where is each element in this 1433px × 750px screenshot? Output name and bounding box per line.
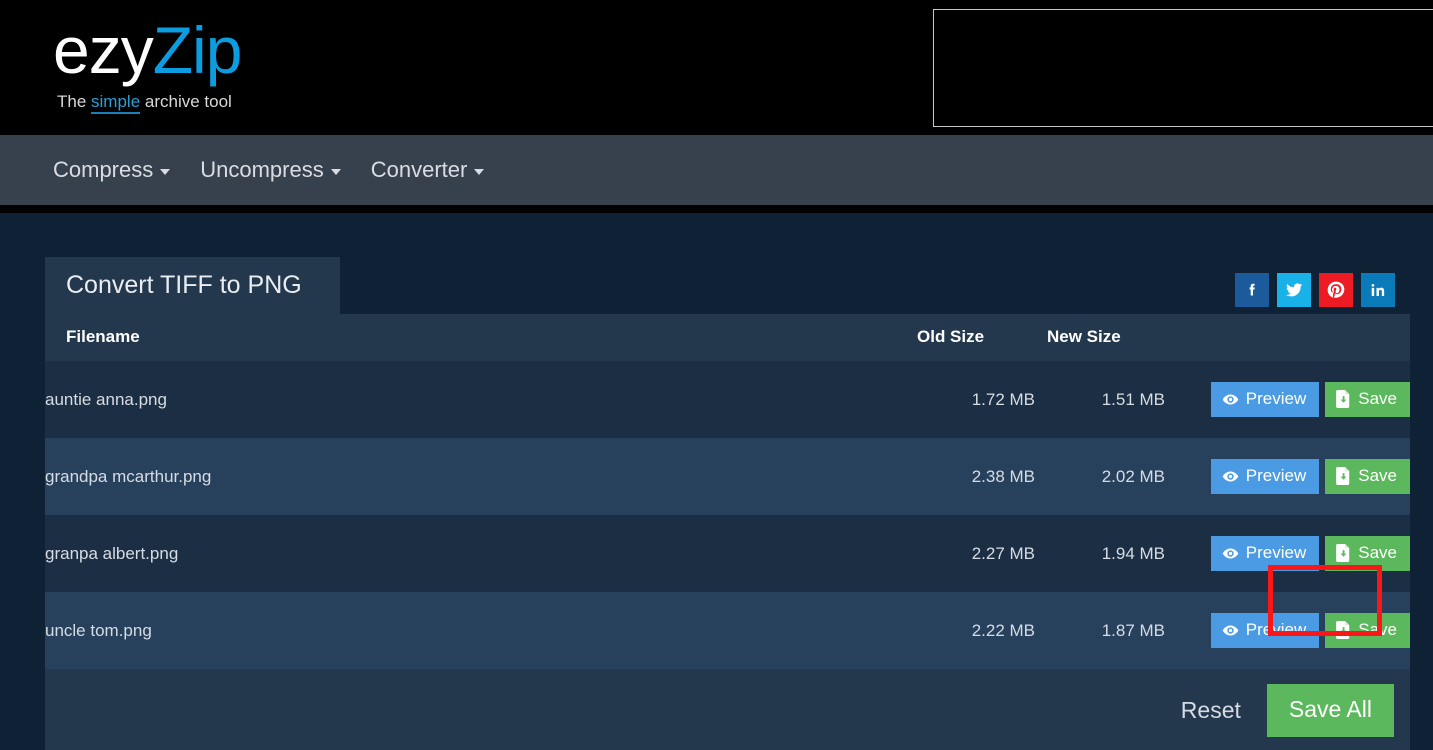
page-title: Convert TIFF to PNG xyxy=(45,257,340,314)
table-row: auntie anna.png 1.72 MB 1.51 MB Preview … xyxy=(45,361,1410,438)
chevron-down-icon xyxy=(330,169,341,175)
cell-filename: grandpa mcarthur.png xyxy=(45,438,905,515)
nav-item-uncompress-label: Uncompress xyxy=(200,157,324,182)
site-logo[interactable]: ezyZip The simple archive tool xyxy=(53,14,313,114)
column-header-new-size: New Size xyxy=(1035,314,1165,361)
cell-new-size: 1.51 MB xyxy=(1035,361,1165,438)
preview-button[interactable]: Preview xyxy=(1210,459,1320,494)
file-download-icon xyxy=(1336,467,1350,485)
save-button-label: Save xyxy=(1358,543,1397,562)
row-action-group: Preview Save xyxy=(1165,613,1410,648)
reset-button[interactable]: Reset xyxy=(1171,689,1251,732)
row-action-group: Preview Save xyxy=(1165,459,1410,494)
cell-old-size: 1.72 MB xyxy=(905,361,1035,438)
cell-filename: granpa albert.png xyxy=(45,515,905,592)
table-row: uncle tom.png 2.22 MB 1.87 MB Preview Sa… xyxy=(45,592,1410,669)
nav-divider xyxy=(0,205,1433,213)
eye-icon xyxy=(1222,548,1239,558)
cell-filename: uncle tom.png xyxy=(45,592,905,669)
cell-filename: auntie anna.png xyxy=(45,361,905,438)
save-button[interactable]: Save xyxy=(1325,613,1410,648)
cell-new-size: 1.94 MB xyxy=(1035,515,1165,592)
row-action-group: Preview Save xyxy=(1165,382,1410,417)
eye-icon xyxy=(1222,394,1239,404)
file-download-icon xyxy=(1336,390,1350,408)
card-footer-actions: Reset Save All xyxy=(1171,684,1394,737)
cell-actions: Preview Save xyxy=(1165,361,1410,438)
tagline-before: The xyxy=(57,92,92,111)
table-header: Filename Old Size New Size xyxy=(45,314,1410,361)
twitter-icon[interactable] xyxy=(1277,273,1311,307)
nav-item-converter-label: Converter xyxy=(370,157,468,182)
ad-placeholder xyxy=(933,9,1433,127)
row-action-group: Preview Save xyxy=(1165,536,1410,571)
conversion-card: Filename Old Size New Size auntie anna.p… xyxy=(45,273,1410,750)
nav-item-compress[interactable]: Compress xyxy=(53,157,171,183)
cell-new-size: 1.87 MB xyxy=(1035,592,1165,669)
tagline-link-simple[interactable]: simple xyxy=(91,92,141,114)
save-button[interactable]: Save xyxy=(1325,382,1410,417)
facebook-icon[interactable] xyxy=(1235,273,1269,307)
nav-item-converter[interactable]: Converter xyxy=(371,157,485,183)
save-button[interactable]: Save xyxy=(1325,459,1410,494)
column-header-old-size: Old Size xyxy=(905,314,1035,361)
cell-old-size: 2.22 MB xyxy=(905,592,1035,669)
cell-new-size: 2.02 MB xyxy=(1035,438,1165,515)
cell-old-size: 2.38 MB xyxy=(905,438,1035,515)
page-body: Convert TIFF to PNG Filename Old Size Ne… xyxy=(0,213,1433,750)
column-header-actions xyxy=(1165,314,1410,361)
preview-button-label: Preview xyxy=(1245,466,1307,485)
save-button[interactable]: Save xyxy=(1325,536,1410,571)
nav-item-uncompress[interactable]: Uncompress xyxy=(200,157,341,183)
column-header-filename: Filename xyxy=(45,314,905,361)
preview-button[interactable]: Preview xyxy=(1210,536,1320,571)
table-header-row: Filename Old Size New Size xyxy=(45,314,1410,361)
eye-icon xyxy=(1222,471,1239,481)
site-header: ezyZip The simple archive tool xyxy=(0,0,1433,135)
chevron-down-icon xyxy=(474,169,485,175)
logo-wordmark: ezyZip xyxy=(53,14,313,86)
logo-text-ezy: ezy xyxy=(53,13,154,87)
preview-button[interactable]: Preview xyxy=(1210,613,1320,648)
preview-button[interactable]: Preview xyxy=(1210,382,1320,417)
table-row: granpa albert.png 2.27 MB 1.94 MB Previe… xyxy=(45,515,1410,592)
save-button-label: Save xyxy=(1358,620,1397,639)
logo-text-zip: Zip xyxy=(152,13,243,87)
table-body: auntie anna.png 1.72 MB 1.51 MB Preview … xyxy=(45,361,1410,669)
preview-button-label: Preview xyxy=(1245,543,1307,562)
preview-button-label: Preview xyxy=(1245,620,1307,639)
cell-old-size: 2.27 MB xyxy=(905,515,1035,592)
cell-actions: Preview Save xyxy=(1165,438,1410,515)
save-button-label: Save xyxy=(1358,389,1397,408)
table-row: grandpa mcarthur.png 2.38 MB 2.02 MB Pre… xyxy=(45,438,1410,515)
cell-actions: Preview Save xyxy=(1165,515,1410,592)
tagline-after: archive tool xyxy=(140,92,232,111)
save-button-label: Save xyxy=(1358,466,1397,485)
preview-button-label: Preview xyxy=(1245,389,1307,408)
file-download-icon xyxy=(1336,621,1350,639)
nav-item-compress-label: Compress xyxy=(53,157,154,182)
eye-icon xyxy=(1222,625,1239,635)
social-share-bar xyxy=(1235,273,1395,307)
chevron-down-icon xyxy=(160,169,171,175)
converted-files-table: Filename Old Size New Size auntie anna.p… xyxy=(45,314,1410,669)
pinterest-icon[interactable] xyxy=(1319,273,1353,307)
linkedin-icon[interactable] xyxy=(1361,273,1395,307)
file-download-icon xyxy=(1336,544,1350,562)
logo-tagline: The simple archive tool xyxy=(57,92,313,114)
main-navigation: Compress Uncompress Converter xyxy=(0,135,1433,205)
cell-actions: Preview Save xyxy=(1165,592,1410,669)
save-all-button[interactable]: Save All xyxy=(1266,684,1394,737)
